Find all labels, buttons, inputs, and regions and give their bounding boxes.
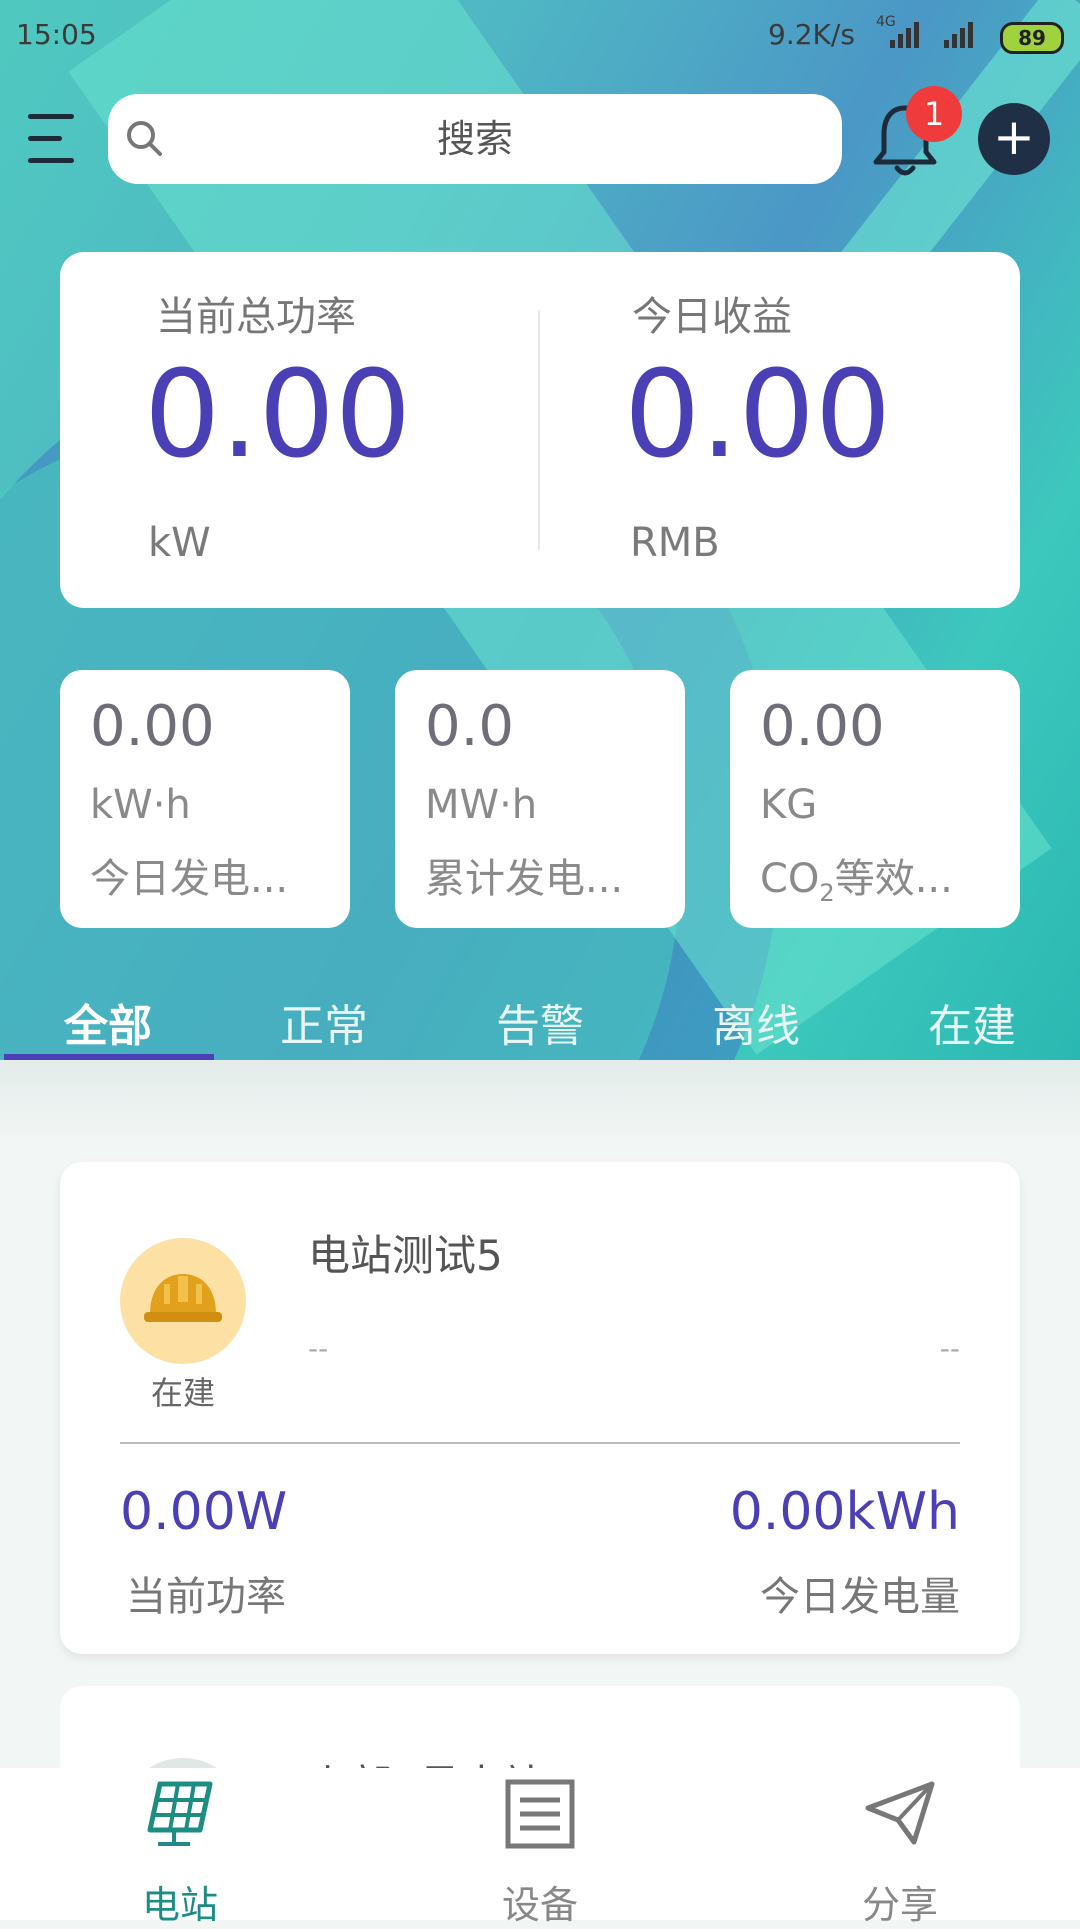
menu-icon[interactable] (28, 110, 80, 170)
station-power-label: 当前功率 (126, 1574, 286, 1620)
divider (538, 310, 540, 550)
nav-label: 电站 (141, 1883, 218, 1927)
stat-value: 0.00 (90, 694, 215, 759)
solar-panel-icon (147, 1781, 213, 1846)
stat-label: CO2等效... (760, 856, 953, 907)
status-network-speed: 9.2K/s (768, 18, 855, 51)
helmet-icon (144, 1274, 222, 1322)
stat-label: 今日发电... (90, 856, 289, 902)
nav-share[interactable]: 分享 (800, 1768, 1000, 1927)
station-card[interactable]: 在建 电站测试5 -- -- 0.00W 0.00kWh 当前功率 今日发电量 (60, 1162, 1020, 1654)
stat-unit: KG (760, 782, 818, 828)
station-name: 电站测试5 (308, 1231, 503, 1280)
battery-icon: 89 (1000, 22, 1064, 54)
stat-value: 0.0 (425, 694, 515, 759)
stat-card-co2[interactable]: 0.00 KG CO2等效... (730, 670, 1020, 928)
stat-unit: kW·h (90, 782, 191, 828)
nav-station[interactable]: 电站 (80, 1768, 280, 1927)
nav-label: 分享 (861, 1883, 938, 1927)
income-value: 0.00 (624, 346, 892, 485)
station-power-value: 0.00W (120, 1482, 288, 1542)
search-placeholder: 搜索 (436, 117, 513, 161)
station-energy-value: 0.00kWh (729, 1482, 960, 1542)
signal-icon (944, 22, 973, 48)
nav-device[interactable]: 设备 (440, 1768, 640, 1927)
station-placeholder: -- (939, 1332, 960, 1365)
nav-label: 设备 (501, 1883, 578, 1927)
power-label: 当前总功率 (156, 294, 356, 340)
station-avatar (120, 1238, 246, 1364)
tab-under-construction[interactable]: 在建 (864, 990, 1080, 1054)
signal-icon (890, 22, 919, 48)
tab-normal[interactable]: 正常 (216, 990, 432, 1054)
tab-all[interactable]: 全部 (0, 990, 216, 1054)
filter-tabs: 全部 正常 告警 离线 在建 (0, 990, 1080, 1060)
stat-unit: MW·h (425, 782, 538, 828)
divider (120, 1442, 960, 1444)
stat-card-today-energy[interactable]: 0.00 kW·h 今日发电... (60, 670, 350, 928)
income-label: 今日收益 (632, 294, 792, 340)
bottom-nav: 电站 设备 分享 (0, 1768, 1080, 1927)
station-energy-label: 今日发电量 (760, 1574, 960, 1620)
station-status: 在建 (150, 1374, 215, 1412)
stat-label: 累计发电... (425, 856, 624, 902)
paper-plane-icon (865, 1781, 935, 1845)
search-bar[interactable]: 搜索 (108, 94, 842, 184)
device-icon (505, 1779, 575, 1849)
station-placeholder: -- (308, 1332, 329, 1365)
stat-value: 0.00 (760, 694, 885, 759)
summary-card: 当前总功率 0.00 kW 今日收益 0.00 RMB (60, 252, 1020, 608)
stat-card-total-energy[interactable]: 0.0 MW·h 累计发电... (395, 670, 685, 928)
power-unit: kW (148, 520, 211, 566)
power-value: 0.00 (144, 346, 412, 485)
notification-badge: 1 (906, 86, 962, 142)
status-time: 15:05 (16, 18, 97, 51)
tab-alarm[interactable]: 告警 (432, 990, 648, 1054)
income-unit: RMB (630, 520, 720, 566)
tab-offline[interactable]: 离线 (648, 990, 864, 1054)
add-button[interactable]: + (978, 103, 1050, 175)
status-bar: 15:05 9.2K/s 4G 89 (0, 0, 1080, 70)
